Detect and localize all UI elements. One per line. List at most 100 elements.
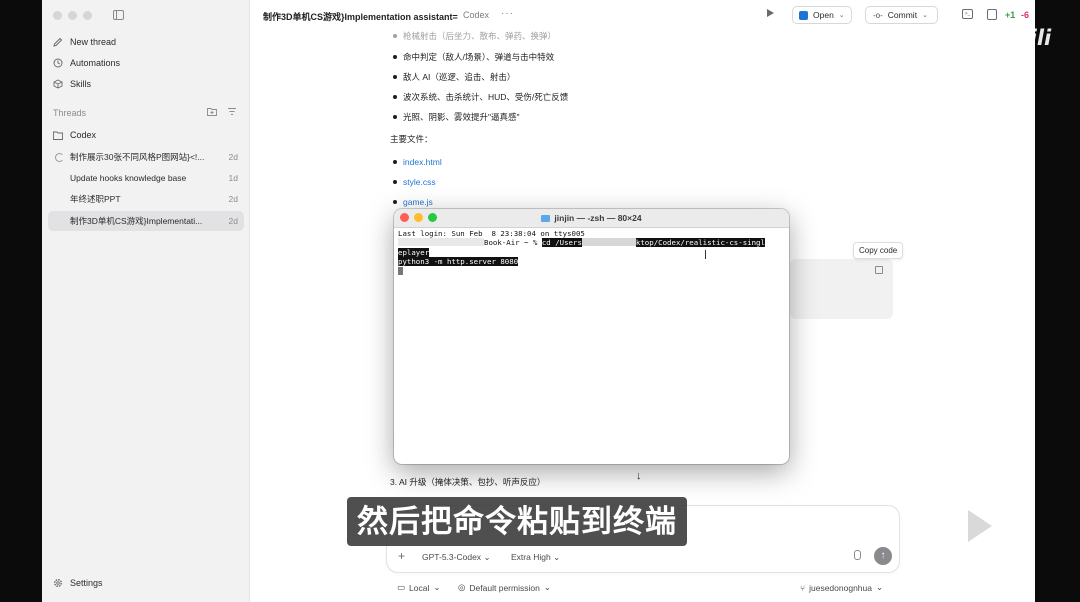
video-subtitle: 然后把命令粘贴到终端 xyxy=(347,497,687,546)
model-select[interactable]: GPT-5.3-Codex ⌄ xyxy=(422,552,491,563)
effort-select[interactable]: Extra High ⌄ xyxy=(511,552,560,563)
new-folder-icon[interactable] xyxy=(207,107,217,118)
skills-button[interactable]: Skills xyxy=(53,74,91,94)
diff-deletions: -6 xyxy=(1021,10,1030,20)
new-thread-label: New thread xyxy=(70,37,117,47)
file-link[interactable]: game.js xyxy=(403,197,433,207)
file-link[interactable]: index.html xyxy=(403,157,442,167)
terminal-prompt: Book-Air ~ % xyxy=(484,238,542,248)
terminal-line xyxy=(398,266,785,276)
file-item: style.css xyxy=(390,177,436,187)
add-attachment-icon[interactable]: + xyxy=(398,549,405,563)
list-item: 波次系统、击杀统计、HUD、受伤/死亡反馈 xyxy=(390,91,568,103)
chevron-down-icon: ⌄ xyxy=(433,582,441,592)
run-icon[interactable] xyxy=(767,9,774,17)
terminal-titlebar[interactable]: jinjin — -zsh — 80×24 xyxy=(394,209,789,228)
copy-icon[interactable] xyxy=(875,266,883,274)
sidebar-toggle-icon[interactable] xyxy=(113,10,124,20)
diff-additions: +1 xyxy=(1005,10,1016,20)
branch-label: juesedonognhua xyxy=(809,582,872,593)
folder-codex[interactable]: Codex xyxy=(53,125,96,145)
thread-title: 制作3D单机CS游戏}Implementati... xyxy=(70,216,203,226)
list-item: 枪械射击（后坐力、散布、弹药、换弹） xyxy=(390,30,556,42)
branch-select[interactable]: ⑂ juesedonognhua ⌄ xyxy=(800,582,883,593)
vscode-icon xyxy=(799,10,808,20)
folder-label: Codex xyxy=(70,130,97,140)
send-button[interactable]: ↑ xyxy=(874,547,892,565)
file-item: index.html xyxy=(390,157,442,167)
edit-icon xyxy=(53,37,63,47)
threads-tools xyxy=(207,107,237,118)
microphone-icon[interactable] xyxy=(854,550,861,560)
permission-select[interactable]: ◎ Default permission ⌄ xyxy=(458,582,551,593)
zoom-window-button[interactable] xyxy=(83,11,92,20)
laptop-icon: ▭ xyxy=(397,582,406,592)
bilibili-tv-play-icon xyxy=(933,473,1023,566)
thread-date: 2d xyxy=(228,216,238,226)
automations-button[interactable]: Automations xyxy=(53,53,120,73)
redacted-block xyxy=(581,238,636,247)
list-item-numbered: 3. AI 升级（掩体决策、包抄、听声反应） xyxy=(390,477,546,487)
terminal-line: Last login: Sun Feb 8 23:38:04 on ttys00… xyxy=(398,229,585,238)
automations-label: Automations xyxy=(70,58,121,68)
permission-label: Default permission xyxy=(469,582,540,593)
thread-item[interactable]: Update hooks knowledge base 1d xyxy=(48,168,244,188)
terminal-line: Book-Air ~ % cd /Users ktop/Codex/realist… xyxy=(398,238,785,248)
branch-icon: ⑂ xyxy=(800,582,806,593)
filter-icon[interactable] xyxy=(227,107,237,118)
code-block xyxy=(790,259,893,319)
list-item: 光照、阴影、雾效提升"逼真感" xyxy=(390,111,520,123)
more-options-icon[interactable]: ··· xyxy=(501,8,514,19)
project-name[interactable]: Codex xyxy=(463,10,489,20)
bilibili-logo: bilibili xyxy=(978,24,1052,50)
text-cursor-icon xyxy=(705,250,706,259)
terminal-title: jinjin — -zsh — 80×24 xyxy=(394,213,789,223)
terminal-window[interactable]: jinjin — -zsh — 80×24 Last login: Sun Fe… xyxy=(394,209,789,464)
file-link[interactable]: style.css xyxy=(403,177,436,187)
thread-date: 2d xyxy=(228,194,238,204)
redacted-block xyxy=(398,238,484,247)
terminal-toggle-icon[interactable]: >_ xyxy=(962,9,973,19)
clock-icon xyxy=(53,58,63,68)
commit-button[interactable]: -o- Commit ⌄ xyxy=(865,6,938,24)
open-label: Open xyxy=(813,10,834,20)
minimize-window-button[interactable] xyxy=(68,11,77,20)
environment-label: Local xyxy=(409,582,430,593)
effort-label: Extra High xyxy=(511,552,551,562)
scroll-down-icon[interactable]: ↓ xyxy=(636,470,642,482)
files-heading: 主要文件： xyxy=(390,134,433,144)
settings-label: Settings xyxy=(70,578,103,588)
open-button[interactable]: Open ⌄ xyxy=(792,6,852,24)
folder-icon xyxy=(53,130,63,140)
thread-item[interactable]: 制作展示30张不同风格P图网站}<!... 2d xyxy=(48,147,244,167)
list-item: 命中判定（敌人/场景）、弹道与击中特效 xyxy=(390,51,554,63)
environment-select[interactable]: ▭ Local ⌄ xyxy=(397,582,440,593)
terminal-title-text: jinjin — -zsh — 80×24 xyxy=(554,213,642,223)
model-label: GPT-5.3-Codex xyxy=(422,552,482,562)
folder-icon xyxy=(541,215,551,222)
chevron-down-icon: ⌄ xyxy=(922,12,928,19)
close-window-button[interactable] xyxy=(53,11,62,20)
commit-icon: -o- xyxy=(873,10,883,20)
shield-icon: ◎ xyxy=(458,582,466,592)
window-controls xyxy=(53,11,92,20)
thread-title: 年终述职PPT xyxy=(70,194,121,204)
chevron-down-icon: ⌄ xyxy=(553,552,561,562)
selected-command: ktop/Codex/realistic-cs-singl xyxy=(635,238,765,248)
gear-icon xyxy=(53,578,63,588)
selected-command: python3 -m http.server 8080 xyxy=(398,257,519,267)
new-thread-button[interactable]: New thread xyxy=(53,32,116,52)
thread-item-active[interactable]: 制作3D单机CS游戏}Implementati... 2d xyxy=(48,211,244,231)
terminal-body[interactable]: Last login: Sun Feb 8 23:38:04 on ttys00… xyxy=(398,229,785,276)
chevron-down-icon: ⌄ xyxy=(838,12,845,19)
terminal-cursor xyxy=(398,266,403,275)
commit-label: Commit xyxy=(887,10,918,20)
chevron-down-icon: ⌄ xyxy=(483,552,491,562)
sidebar: New thread Automations Skills Threads Co… xyxy=(42,0,250,602)
diff-icon[interactable] xyxy=(987,9,997,20)
selected-command: eplayer xyxy=(398,247,430,257)
thread-item[interactable]: 年终述职PPT 2d xyxy=(48,189,244,209)
list-item: 敌人 AI（巡逻、追击、射击） xyxy=(390,71,515,83)
terminal-line: eplayer xyxy=(398,247,785,257)
settings-button[interactable]: Settings xyxy=(53,578,103,588)
